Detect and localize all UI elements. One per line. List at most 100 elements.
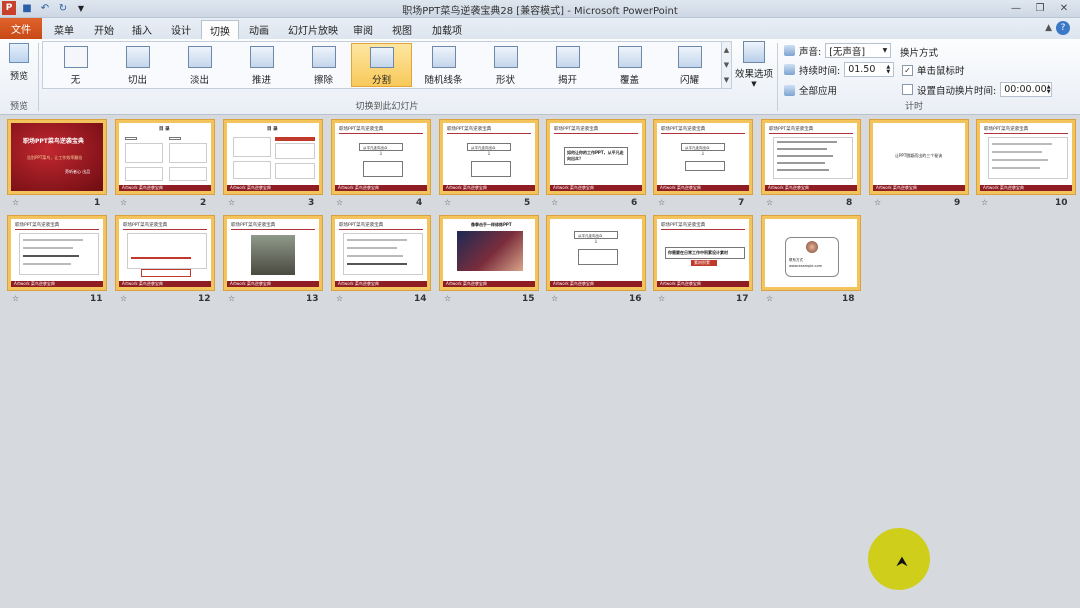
slide-thumbnail[interactable]: 职场PPT菜鸟逆袭宝典 Artwork 菜鸟逆袭宝典 [8, 216, 106, 290]
transition-star-icon[interactable]: ☆ [658, 198, 665, 207]
title-bar: P ■ ↶ ↻ ▼ 职场PPT菜鸟逆袭宝典28 [兼容模式] - Microso… [0, 0, 1080, 18]
slide-thumbnail[interactable]: 职场PPT菜鸟逆袭宝典 Artwork 菜鸟逆袭宝典 [762, 120, 860, 194]
tab-view[interactable]: 视图 [384, 20, 420, 39]
transition-star-icon[interactable]: ☆ [874, 198, 881, 207]
slide-header: 职场PPT菜鸟逆袭宝典 [339, 223, 384, 228]
slide-thumbnail[interactable]: 职场PPT菜鸟逆袭宝典 Artwork 菜鸟逆袭宝典 [224, 216, 322, 290]
auto-advance-checkbox[interactable] [902, 84, 913, 95]
slide-thumbnail[interactable]: 职场PPT菜鸟逆袭宝典 Artwork 菜鸟逆袭宝典 [116, 216, 214, 290]
transition-star-icon[interactable]: ☆ [658, 294, 665, 303]
transition-star-icon[interactable]: ☆ [766, 294, 773, 303]
transition-star-icon[interactable]: ☆ [120, 294, 127, 303]
slide-thumbnail[interactable]: 职场PPT菜鸟逆袭宝典 你需要在日常工作中积累设计素材 素材积累 Artwork… [654, 216, 752, 290]
tab-addins[interactable]: 加载项 [424, 20, 470, 39]
slide-thumbnail[interactable]: 目 录 Artwork 菜鸟逆袭宝典 [116, 120, 214, 194]
effect-options-button[interactable]: 效果选项 ▼ [735, 41, 773, 101]
tab-menu[interactable]: 菜单 [46, 20, 82, 39]
transition-uncover[interactable]: 揭开 [537, 43, 598, 87]
minimize-icon[interactable]: — [1004, 0, 1028, 16]
transition-cut[interactable]: 切出 [107, 43, 168, 87]
tab-review[interactable]: 审阅 [345, 20, 381, 39]
scroll-up-icon[interactable]: ▲ [724, 46, 729, 54]
tab-animations[interactable]: 动画 [241, 20, 277, 39]
effect-options-icon [743, 41, 765, 63]
apply-all-button[interactable]: 全部应用 [784, 83, 837, 97]
transition-star-icon[interactable]: ☆ [551, 294, 558, 303]
list-line [777, 141, 837, 143]
transition-shape[interactable]: 形状 [475, 43, 536, 87]
tab-insert[interactable]: 插入 [124, 20, 160, 39]
gallery-scrollbar[interactable]: ▲ ▼ ▼ [721, 42, 731, 88]
transition-fade[interactable]: 淡出 [169, 43, 230, 87]
slide-footer: Artwork 菜鸟逆袭宝典 [14, 281, 55, 286]
slide-number: 13 [306, 294, 319, 304]
slide-number: 8 [846, 198, 853, 208]
transition-random-bars[interactable]: 随机线条 [413, 43, 474, 87]
slide-thumbnail[interactable]: 职场PPT菜鸟逆袭宝典 Artwork 菜鸟逆袭宝典 [977, 120, 1075, 194]
transition-star-icon[interactable]: ☆ [336, 198, 343, 207]
duration-spinner[interactable]: 01.50 ▲ ▼ [844, 62, 895, 77]
slide-number: 1 [94, 198, 101, 208]
more-icon[interactable]: ▼ [724, 76, 729, 84]
slide-header: 职场PPT菜鸟逆袭宝典 [984, 127, 1029, 132]
on-click-checkbox-row[interactable]: ✓ 单击鼠标时 [902, 63, 965, 77]
slide-thumbnail[interactable]: 职场PPT菜鸟逆袭宝典 告别PPT菜鸟，让工作效率翻倍 旁听者心 出品 [8, 120, 106, 194]
scroll-down-icon[interactable]: ▼ [724, 61, 729, 69]
flow-box [363, 161, 403, 177]
slide-thumbnail[interactable]: 职场PPT菜鸟逆袭宝典 如何让你的工作PPT，从平凡走向出众？ Artwork … [547, 120, 645, 194]
on-click-checkbox[interactable]: ✓ [902, 64, 913, 76]
collapse-ribbon-icon[interactable]: ▲ [1045, 23, 1052, 33]
transition-star-icon[interactable]: ☆ [120, 198, 127, 207]
transition-none[interactable]: 无 [45, 43, 106, 87]
sound-dropdown[interactable]: [无声音] ▼ [825, 43, 892, 58]
restore-icon[interactable]: ❐ [1028, 0, 1052, 16]
sound-icon [784, 45, 795, 56]
transition-star-icon[interactable]: ☆ [981, 198, 988, 207]
advance-title: 换片方式 [900, 45, 938, 59]
slide-thumbnail[interactable]: 像拳击手一样修炼PPT Artwork 菜鸟逆袭宝典 [440, 216, 538, 290]
transition-split[interactable]: 分割 [351, 43, 412, 87]
transition-label: 淡出 [189, 75, 209, 86]
preview-button[interactable]: 预览 [4, 41, 34, 87]
tab-transitions[interactable]: 切换 [201, 20, 239, 39]
advance-title-label: 换片方式 [900, 48, 939, 59]
transition-wipe[interactable]: 擦除 [293, 43, 354, 87]
transition-star-icon[interactable]: ☆ [228, 294, 235, 303]
transition-star-icon[interactable]: ☆ [444, 198, 451, 207]
transition-star-icon[interactable]: ☆ [551, 198, 558, 207]
slide-thumbnail[interactable]: 联系方式 · www.example.com [762, 216, 860, 290]
help-icon[interactable]: ? [1056, 21, 1070, 35]
slide-thumbnail[interactable]: 目 录 Artwork 菜鸟逆袭宝典 [224, 120, 322, 194]
slide-number: 14 [414, 294, 427, 304]
tab-file[interactable]: 文件 [0, 18, 42, 39]
auto-advance-time-input[interactable]: 00:00.00 ▲ ▼ [1000, 82, 1053, 97]
tab-home[interactable]: 开始 [86, 20, 122, 39]
tab-design[interactable]: 设计 [163, 20, 199, 39]
list-line [347, 263, 407, 265]
transition-flash[interactable]: 闪耀 [659, 43, 720, 87]
transition-star-icon[interactable]: ☆ [336, 294, 343, 303]
transition-star-icon[interactable]: ☆ [766, 198, 773, 207]
slide-thumbnail[interactable]: 职场PPT菜鸟逆袭宝典 从平凡走向出众 ⇩ Artwork 菜鸟逆袭宝典 [332, 120, 430, 194]
transition-star-icon[interactable]: ☆ [12, 198, 19, 207]
close-icon[interactable]: ✕ [1052, 0, 1076, 16]
group-preview-label: 预览 [9, 102, 28, 112]
slide-footer: Artwork 菜鸟逆袭宝典 [553, 281, 594, 286]
list-line [23, 255, 79, 257]
slide-thumbnail[interactable]: 职场PPT菜鸟逆袭宝典 从平凡走向出众 ⇩ Artwork 菜鸟逆袭宝典 [654, 120, 752, 194]
transition-none-icon [63, 46, 88, 68]
transition-push[interactable]: 推进 [231, 43, 292, 87]
transition-star-icon[interactable]: ☆ [12, 294, 19, 303]
transition-star-icon[interactable]: ☆ [228, 198, 235, 207]
transition-cover[interactable]: 覆盖 [599, 43, 660, 87]
slide-text: 让PPT脱颖而出的三个秘诀 [895, 153, 943, 158]
tab-slideshow[interactable]: 幻灯片放映 [280, 20, 346, 39]
slide-thumbnail[interactable]: 职场PPT菜鸟逆袭宝典 从平凡走向出众 ⇩ Artwork 菜鸟逆袭宝典 [440, 120, 538, 194]
transition-gallery: 无 切出 淡出 推进 擦除 分割 随机线条 形状 揭开 覆盖 闪耀 ▲ ▼ ▼ [42, 41, 732, 89]
list-line [777, 169, 829, 171]
slide-thumbnail[interactable]: 让PPT脱颖而出的三个秘诀 Artwork 菜鸟逆袭宝典 [870, 120, 968, 194]
slide-thumbnail[interactable]: 职场PPT菜鸟逆袭宝典 Artwork 菜鸟逆袭宝典 [332, 216, 430, 290]
transition-star-icon[interactable]: ☆ [444, 294, 451, 303]
slide-thumbnail[interactable]: 从平凡走向出众 ⇩ Artwork 菜鸟逆袭宝典 [547, 216, 645, 290]
slide-footer: Artwork 菜鸟逆袭宝典 [768, 185, 809, 190]
